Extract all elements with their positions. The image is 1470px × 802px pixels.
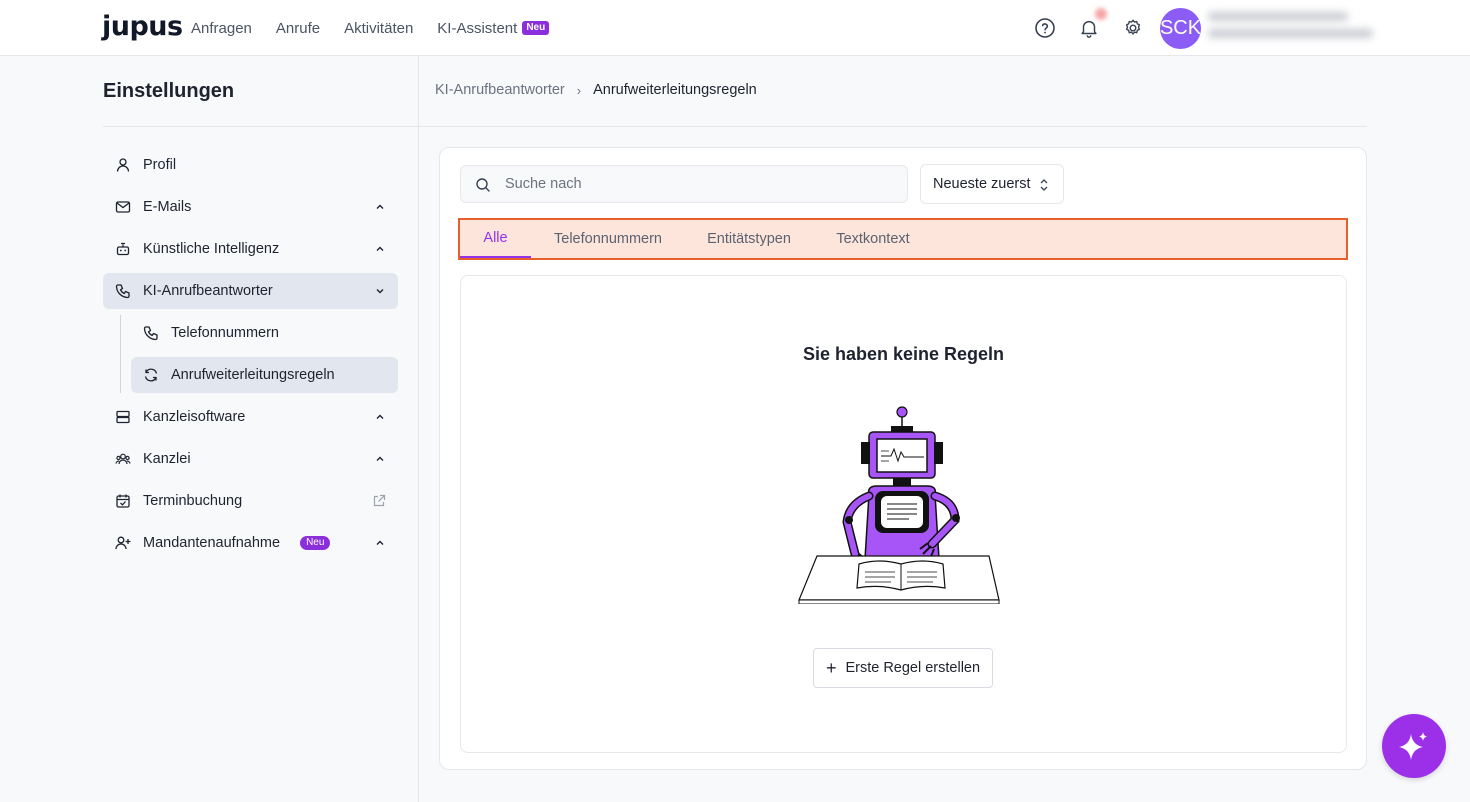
breadcrumb-parent[interactable]: KI-Anrufbeantworter (435, 82, 565, 98)
tab-alle[interactable]: Alle (460, 220, 531, 258)
tab-entitaetstypen[interactable]: Entitätstypen (695, 220, 803, 258)
create-first-rule-label: Erste Regel erstellen (845, 660, 981, 676)
submenu-line (120, 315, 121, 393)
search-box (460, 165, 908, 203)
sidebar-item-kuenstliche-intelligenz[interactable]: Künstliche Intelligenz (103, 231, 398, 267)
new-badge: Neu (300, 536, 331, 550)
chevron-up-down-icon (1040, 179, 1048, 191)
sidebar-item-label: Anrufweiterleitungsregeln (171, 367, 335, 383)
divider (103, 126, 419, 127)
sort-select-value: Neueste zuerst (933, 176, 1031, 192)
create-first-rule-button[interactable]: + Erste Regel erstellen (813, 648, 993, 688)
sidebar-item-anrufweiterleitungsregeln[interactable]: Anrufweiterleitungsregeln (131, 357, 398, 393)
sort-select[interactable]: Neueste zuerst (920, 164, 1064, 204)
chevron-right-icon: › (576, 82, 582, 98)
sidebar-item-label: E-Mails (143, 199, 192, 215)
external-link-icon[interactable] (372, 494, 386, 508)
sidebar-item-telefonnummern[interactable]: Telefonnummern (131, 315, 398, 351)
sidebar-item-label: KI-Anrufbeantworter (143, 283, 273, 299)
user-info-blurred (1208, 12, 1373, 46)
search-icon (476, 178, 490, 192)
chevron-up-icon[interactable] (374, 453, 386, 465)
chevron-up-icon[interactable] (374, 201, 386, 213)
sidebar-item-ki-anrufbeantworter[interactable]: KI-Anrufbeantworter (103, 273, 398, 309)
user-plus-icon (115, 536, 131, 550)
sidebar-item-label: Profil (143, 157, 177, 173)
help-icon[interactable] (1033, 14, 1057, 42)
nav-ki-assistent[interactable]: KI-Assistent Neu (437, 19, 550, 37)
sidebar-item-label: Terminbuchung (143, 493, 243, 509)
search-input[interactable] (505, 166, 895, 202)
refresh-icon (144, 368, 158, 382)
logo[interactable]: jupus (102, 11, 183, 42)
settings-sidebar: Einstellungen Profil E-Mails Künstliche … (0, 56, 419, 802)
nav-anfragen[interactable]: Anfragen (191, 20, 252, 37)
empty-state: Sie haben keine Regeln + Erste Regel ers… (460, 275, 1347, 753)
ai-assistant-fab[interactable] (1382, 714, 1446, 778)
breadcrumb-current: Anrufweiterleitungsregeln (593, 82, 757, 98)
robot-reading-illustration (798, 406, 1000, 604)
sidebar-item-profil[interactable]: Profil (103, 147, 398, 183)
sidebar-item-label: Telefonnummern (171, 325, 279, 341)
avatar[interactable]: SCK (1160, 8, 1201, 49)
divider (419, 126, 1367, 127)
sidebar-item-emails[interactable]: E-Mails (103, 189, 398, 225)
sidebar-item-label: Kanzlei (143, 451, 191, 467)
nav-aktivitaeten[interactable]: Aktivitäten (344, 20, 413, 37)
chevron-up-icon[interactable] (374, 411, 386, 423)
sidebar-item-terminbuchung[interactable]: Terminbuchung (103, 483, 398, 519)
bell-icon[interactable] (1078, 14, 1100, 42)
user-icon (116, 158, 130, 172)
sidebar-item-kanzlei[interactable]: Kanzlei (103, 441, 398, 477)
empty-state-title: Sie haben keine Regeln (802, 344, 1005, 364)
top-bar: jupus Anfragen Anrufe Aktivitäten KI-Ass… (0, 0, 1470, 56)
sidebar-item-label: Mandantenaufnahme (143, 535, 281, 551)
sidebar-item-label: Künstliche Intelligenz (143, 241, 280, 257)
sidebar-title: Einstellungen (103, 80, 235, 102)
nav-ki-assistent-label: KI-Assistent (437, 19, 518, 37)
tab-textkontext[interactable]: Textkontext (827, 220, 919, 258)
filter-tabs: Alle Telefonnummern Entitätstypen Textko… (458, 218, 1348, 260)
sidebar-item-label: Kanzleisoftware (143, 409, 246, 425)
plus-icon: + (825, 658, 837, 678)
calendar-check-icon (116, 494, 130, 508)
sidebar-item-kanzleisoftware[interactable]: Kanzleisoftware (103, 399, 398, 435)
new-badge: Neu (522, 21, 550, 35)
breadcrumb: KI-Anrufbeantworter › Anrufweiterleitung… (435, 82, 757, 98)
sidebar-item-mandantenaufnahme[interactable]: Mandantenaufnahme Neu (103, 525, 398, 561)
users-icon (115, 453, 131, 465)
chevron-up-icon[interactable] (374, 243, 386, 255)
main-nav: Anfragen Anrufe Aktivitäten KI-Assistent… (191, 0, 550, 56)
mail-icon (115, 201, 131, 213)
gear-icon[interactable] (1122, 14, 1144, 42)
nav-anrufe[interactable]: Anrufe (276, 20, 320, 37)
server-icon (116, 410, 130, 424)
rules-card: Neueste zuerst Alle Telefonnummern Entit… (439, 147, 1367, 770)
chevron-down-icon[interactable] (374, 285, 386, 297)
chevron-up-icon[interactable] (374, 537, 386, 549)
sparkle-icon (1399, 732, 1427, 760)
phone-icon (143, 326, 158, 341)
phone-icon (115, 284, 130, 299)
robot-icon (116, 242, 130, 256)
tab-telefonnummern[interactable]: Telefonnummern (545, 220, 671, 258)
